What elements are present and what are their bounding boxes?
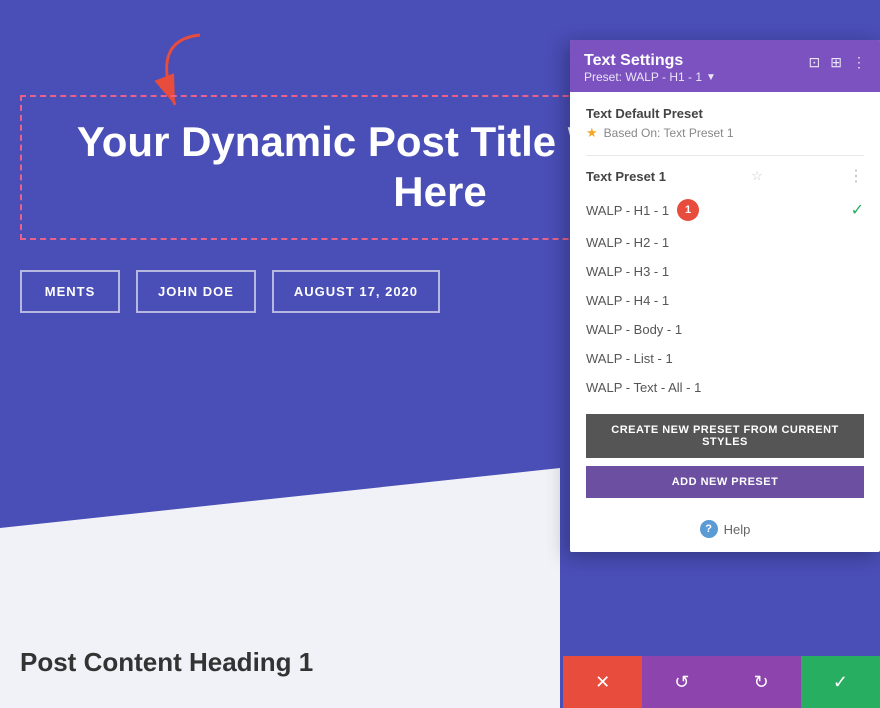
panel-header-icons: ⊡ ⊞ ⋮	[809, 52, 866, 71]
undo-button[interactable]: ↺	[642, 656, 721, 708]
preset-name: WALP - H3 - 1	[586, 264, 669, 279]
post-content-heading: Post Content Heading 1	[20, 647, 313, 678]
preset-item-walp-h4-1[interactable]: WALP - H4 - 1	[586, 286, 864, 315]
preset-item-walp-text-all-1[interactable]: WALP - Text - All - 1	[586, 373, 864, 402]
author-button[interactable]: JOHN DOE	[136, 270, 256, 313]
date-button[interactable]: AUGUST 17, 2020	[272, 270, 440, 313]
preset-check-icon: ✓	[851, 200, 864, 220]
more-options-icon[interactable]: ⋮	[852, 54, 866, 71]
panel-title-area: Text Settings Preset: WALP - H1 - 1 ▼	[584, 52, 716, 84]
help-link[interactable]: ? Help	[570, 510, 880, 552]
preset-item-left: WALP - List - 1	[586, 351, 864, 366]
preset-name: WALP - H1 - 1	[586, 203, 669, 218]
preset-item-left: WALP - H3 - 1	[586, 264, 864, 279]
preset-item-left: WALP - H4 - 1	[586, 293, 864, 308]
preset-label-text: Preset: WALP - H1 - 1	[584, 70, 702, 84]
panel-title: Text Settings	[584, 52, 716, 70]
chevron-down-icon: ▼	[706, 72, 716, 83]
add-preset-button[interactable]: ADD NEW PRESET	[586, 466, 864, 498]
preset-list: WALP - H1 - 1 1 ✓ WALP - H2 - 1 WALP - H…	[586, 192, 864, 402]
panel-body: Text Default Preset ★ Based On: Text Pre…	[570, 92, 880, 402]
comments-button[interactable]: MENTS	[20, 270, 120, 313]
help-icon: ?	[700, 520, 718, 538]
text-settings-panel: Text Settings Preset: WALP - H1 - 1 ▼ ⊡ …	[570, 40, 880, 552]
default-preset-label: Text Default Preset	[586, 106, 864, 121]
close-button[interactable]: ✕	[563, 656, 642, 708]
preset-item-walp-h1-1[interactable]: WALP - H1 - 1 1 ✓	[586, 192, 864, 228]
preset-item-left: WALP - Body - 1	[586, 322, 864, 337]
based-on-text: Based On: Text Preset 1	[604, 126, 734, 140]
preset-name: WALP - Body - 1	[586, 322, 682, 337]
preset-group-dots-icon[interactable]: ⋮	[848, 166, 864, 186]
bottom-toolbar: ✕ ↺ ↻ ✓	[563, 656, 880, 708]
star-icon: ★	[586, 125, 598, 141]
divider-1	[586, 155, 864, 156]
preset-item-left: WALP - H2 - 1	[586, 235, 864, 250]
redo-button[interactable]: ↻	[722, 656, 801, 708]
preset-item-walp-h2-1[interactable]: WALP - H2 - 1	[586, 228, 864, 257]
preset-name: WALP - List - 1	[586, 351, 673, 366]
columns-icon[interactable]: ⊞	[830, 54, 842, 71]
preset-item-left: WALP - Text - All - 1	[586, 380, 864, 395]
create-preset-button[interactable]: CREATE NEW PRESET FROM CURRENT STYLES	[586, 414, 864, 458]
panel-actions: CREATE NEW PRESET FROM CURRENT STYLES AD…	[570, 414, 880, 510]
preset-active-badge: 1	[677, 199, 699, 221]
preset-item-left: WALP - H1 - 1 1	[586, 199, 851, 221]
preset-name: WALP - H4 - 1	[586, 293, 669, 308]
help-text: Help	[724, 522, 751, 537]
save-button[interactable]: ✓	[801, 656, 880, 708]
resize-icon[interactable]: ⊡	[809, 54, 821, 71]
preset-item-walp-body-1[interactable]: WALP - Body - 1	[586, 315, 864, 344]
panel-preset-selector[interactable]: Preset: WALP - H1 - 1 ▼	[584, 70, 716, 84]
default-preset-section: Text Default Preset ★ Based On: Text Pre…	[586, 106, 864, 141]
based-on-line: ★ Based On: Text Preset 1	[586, 125, 864, 141]
preset-name: WALP - H2 - 1	[586, 235, 669, 250]
preset-item-walp-list-1[interactable]: WALP - List - 1	[586, 344, 864, 373]
preset-group-label: Text Preset 1	[586, 169, 666, 184]
preset-name: WALP - Text - All - 1	[586, 380, 701, 395]
preset-item-walp-h3-1[interactable]: WALP - H3 - 1	[586, 257, 864, 286]
preset-group-star-icon[interactable]: ☆	[751, 168, 763, 184]
panel-header: Text Settings Preset: WALP - H1 - 1 ▼ ⊡ …	[570, 40, 880, 92]
